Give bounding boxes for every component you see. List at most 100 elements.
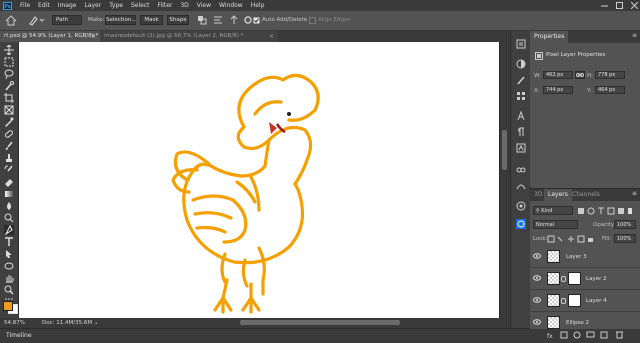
menu-view[interactable]: View <box>193 0 215 11</box>
menu-select[interactable]: Select <box>127 0 154 11</box>
maximize-icon[interactable] <box>616 2 623 9</box>
brush-settings-icon[interactable] <box>516 75 526 85</box>
height-field[interactable]: 778 px <box>595 71 625 79</box>
blend-mode-select[interactable]: Normal <box>533 220 578 229</box>
document-canvas[interactable] <box>19 42 499 318</box>
tool-presets-icon[interactable] <box>516 147 526 157</box>
path-arrangement-icon[interactable] <box>229 15 239 25</box>
paths-panel-icon[interactable] <box>516 181 526 191</box>
path-selection-tool-icon[interactable] <box>4 249 14 259</box>
layer-mask-thumbnail[interactable] <box>568 272 581 285</box>
path-operations-icon[interactable] <box>197 15 207 25</box>
eyedropper-tool-icon[interactable] <box>4 117 14 127</box>
chain-link-icon[interactable] <box>561 276 566 282</box>
tab-properties[interactable]: Properties <box>530 31 569 43</box>
menu-filter[interactable]: Filter <box>154 0 177 11</box>
panel-menu-icon[interactable]: ≡ <box>632 190 637 197</box>
menu-type[interactable]: Type <box>105 0 127 11</box>
zoom-level[interactable]: 54.87% <box>4 319 25 328</box>
status-menu-arrow-icon[interactable]: › <box>95 319 97 328</box>
mode-select[interactable]: Path <box>52 15 82 25</box>
home-icon[interactable] <box>4 15 18 26</box>
ellipse-tool-icon[interactable] <box>4 261 14 271</box>
foreground-color-swatch[interactable] <box>3 301 13 311</box>
pen-tool-icon[interactable] <box>4 225 14 235</box>
visibility-eye-icon[interactable] <box>533 253 541 259</box>
timeline-panel[interactable]: Timeline <box>0 328 640 343</box>
eraser-tool-icon[interactable] <box>4 177 14 187</box>
menu-image[interactable]: Image <box>54 0 81 11</box>
tab-document-1[interactable]: rt.psd @ 54.9% (Layer 1, RGB/8) * × <box>0 31 100 42</box>
menu-window[interactable]: Window <box>215 0 247 11</box>
align-edges-checkbox[interactable] <box>309 17 316 24</box>
clone-stamp-tool-icon[interactable] <box>4 153 14 163</box>
crop-tool-icon[interactable] <box>4 93 14 103</box>
visibility-eye-icon[interactable] <box>533 297 541 303</box>
brush-tool-icon[interactable] <box>4 141 14 151</box>
move-tool-icon[interactable] <box>4 45 14 55</box>
menu-help[interactable]: Help <box>247 0 269 11</box>
quick-selection-tool-icon[interactable] <box>4 81 14 91</box>
selection-button[interactable]: Selection... <box>105 15 137 25</box>
adjustments-panel-icon[interactable] <box>516 59 526 69</box>
auto-add-delete-checkbox[interactable] <box>253 17 260 24</box>
layer-row-layer-4[interactable]: Layer 4 <box>530 290 640 312</box>
filter-kind-select[interactable]: ⚲ Kind <box>533 206 573 215</box>
shape-button[interactable]: Shape <box>167 15 189 25</box>
gradient-tool-icon[interactable] <box>4 189 14 199</box>
swatches-panel-icon[interactable] <box>516 91 526 101</box>
tab-document-2[interactable]: imaxresdefault (2).jpg @ 66.7% (Layer 2,… <box>100 31 278 42</box>
close-tab-icon[interactable]: × <box>269 31 274 42</box>
width-field[interactable]: 462 px <box>543 71 573 79</box>
clone-source-icon[interactable] <box>516 165 526 175</box>
tab-channels[interactable]: Channels <box>568 189 604 201</box>
layer-mask-thumbnail[interactable] <box>568 294 581 307</box>
layers-footer-icons[interactable]: fx <box>545 329 635 341</box>
visibility-eye-icon[interactable] <box>533 275 541 281</box>
link-dimensions-icon[interactable] <box>575 71 585 79</box>
menu-file[interactable]: File <box>16 0 34 11</box>
horizontal-scrollbar-thumb[interactable] <box>240 320 400 325</box>
document-size: Doc: 11.4M/35.6M <box>42 320 93 326</box>
fill-field[interactable]: 100% <box>614 234 636 243</box>
properties-tabbar: Properties ≡ <box>530 31 640 43</box>
type-tool-icon[interactable] <box>4 237 14 247</box>
opacity-field[interactable]: 100% <box>614 220 636 229</box>
y-position-field[interactable]: 464 px <box>595 86 625 94</box>
vertical-scrollbar-thumb[interactable] <box>502 130 507 170</box>
paragraph-panel-icon[interactable] <box>516 127 526 137</box>
3d-panel-icon[interactable] <box>516 219 526 229</box>
layer-row-ellipse-2[interactable]: Ellipse 2 <box>530 312 640 329</box>
close-icon[interactable] <box>630 1 639 10</box>
minimize-icon[interactable] <box>601 2 608 9</box>
zoom-tool-icon[interactable] <box>4 285 14 295</box>
settings-gear-icon[interactable] <box>243 15 253 25</box>
layer-filter-icons[interactable] <box>577 207 635 215</box>
menu-3d[interactable]: 3D <box>176 0 192 11</box>
layer-row-layer-3[interactable]: Layer 3 <box>530 246 640 268</box>
chain-link-icon[interactable] <box>561 298 566 304</box>
lock-options-icons[interactable] <box>547 235 595 243</box>
character-panel-icon[interactable] <box>516 111 526 121</box>
vertical-scrollbar[interactable] <box>500 42 510 318</box>
menu-layer[interactable]: Layer <box>80 0 105 11</box>
blur-tool-icon[interactable] <box>4 201 14 211</box>
history-brush-tool-icon[interactable] <box>4 165 14 175</box>
x-position-field[interactable]: 744 px <box>543 86 573 94</box>
pen-tool-preset-icon[interactable] <box>28 15 44 26</box>
hand-tool-icon[interactable] <box>4 273 14 283</box>
layer-row-layer-2[interactable]: Layer 2 <box>530 268 640 290</box>
healing-brush-tool-icon[interactable] <box>4 129 14 139</box>
frame-tool-icon[interactable] <box>4 105 14 115</box>
menu-edit[interactable]: Edit <box>34 0 54 11</box>
close-tab-icon[interactable]: × <box>91 31 96 42</box>
dodge-tool-icon[interactable] <box>4 213 14 223</box>
libraries-panel-icon[interactable] <box>516 201 526 211</box>
panel-menu-icon[interactable]: ≡ <box>632 32 637 39</box>
history-panel-icon[interactable] <box>516 39 526 49</box>
mask-button[interactable]: Mask <box>140 15 163 25</box>
marquee-tool-icon[interactable] <box>4 57 14 67</box>
path-alignment-icon[interactable] <box>213 15 223 25</box>
visibility-eye-icon[interactable] <box>533 319 541 325</box>
lasso-tool-icon[interactable] <box>4 69 14 79</box>
